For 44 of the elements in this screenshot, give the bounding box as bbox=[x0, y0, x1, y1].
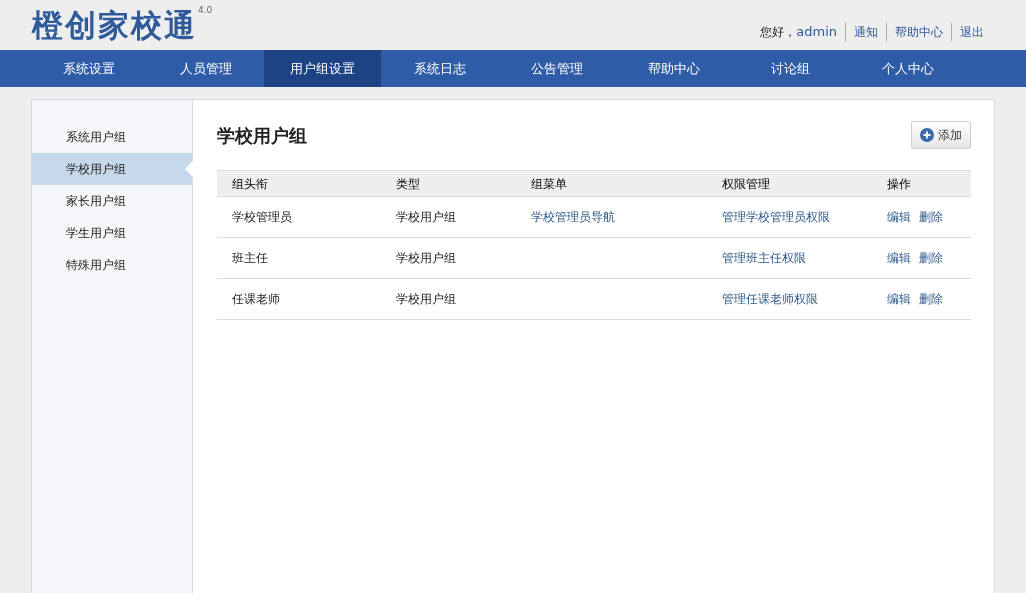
table-link[interactable]: 管理班主任权限 bbox=[722, 251, 806, 265]
table-link[interactable]: 管理任课老师权限 bbox=[722, 292, 818, 306]
edit-link[interactable]: 编辑 bbox=[887, 208, 911, 226]
nav-tab[interactable]: 系统日志 bbox=[381, 50, 498, 87]
delete-link[interactable]: 删除 bbox=[919, 249, 943, 267]
nav-tab[interactable]: 讨论组 bbox=[732, 50, 849, 87]
column-header: 类型 bbox=[396, 175, 421, 193]
plus-icon bbox=[920, 128, 934, 142]
header-link[interactable]: 退出 bbox=[952, 23, 984, 41]
table-cell: 学校用户组 bbox=[396, 251, 456, 265]
table-link[interactable]: 学校管理员导航 bbox=[531, 210, 615, 224]
sidebar-item[interactable]: 特殊用户组 bbox=[32, 249, 192, 281]
user-link[interactable]: admin bbox=[796, 22, 846, 42]
nav-tab[interactable]: 用户组设置 bbox=[264, 50, 381, 87]
header-link[interactable]: 通知 bbox=[846, 23, 887, 41]
nav-tab[interactable]: 个人中心 bbox=[849, 50, 966, 87]
column-header: 组菜单 bbox=[531, 175, 568, 193]
table-cell: 学校用户组 bbox=[396, 210, 456, 224]
nav-tab[interactable]: 人员管理 bbox=[147, 50, 264, 87]
sidebar-item[interactable]: 学校用户组 bbox=[32, 153, 192, 185]
edit-link[interactable]: 编辑 bbox=[887, 249, 911, 267]
table-cell: 学校用户组 bbox=[396, 292, 456, 306]
header-link[interactable]: 帮助中心 bbox=[887, 23, 952, 41]
delete-link[interactable]: 删除 bbox=[919, 208, 943, 226]
page-title: 学校用户组 bbox=[217, 123, 307, 148]
column-header: 权限管理 bbox=[722, 175, 771, 193]
sidebar-item[interactable]: 系统用户组 bbox=[32, 121, 192, 153]
add-button[interactable]: 添加 bbox=[911, 121, 971, 149]
nav-tab[interactable]: 公告管理 bbox=[498, 50, 615, 87]
delete-link[interactable]: 删除 bbox=[919, 290, 943, 308]
column-header: 组头衔 bbox=[232, 175, 269, 193]
sidebar-item[interactable]: 学生用户组 bbox=[32, 217, 192, 249]
nav-tab[interactable]: 帮助中心 bbox=[615, 50, 732, 87]
edit-link[interactable]: 编辑 bbox=[887, 290, 911, 308]
column-header: 操作 bbox=[887, 175, 912, 193]
sidebar-item[interactable]: 家长用户组 bbox=[32, 185, 192, 217]
table-link[interactable]: 管理学校管理员权限 bbox=[722, 210, 830, 224]
version-label: 4.0 bbox=[198, 3, 213, 17]
table-cell: 任课老师 bbox=[232, 292, 280, 306]
greeting-text: 您好， bbox=[760, 24, 797, 41]
nav-tab[interactable]: 系统设置 bbox=[30, 50, 147, 87]
table-cell: 学校管理员 bbox=[232, 210, 292, 224]
logo-text: 橙创家校通 bbox=[32, 9, 197, 41]
table-cell: 班主任 bbox=[232, 251, 268, 265]
